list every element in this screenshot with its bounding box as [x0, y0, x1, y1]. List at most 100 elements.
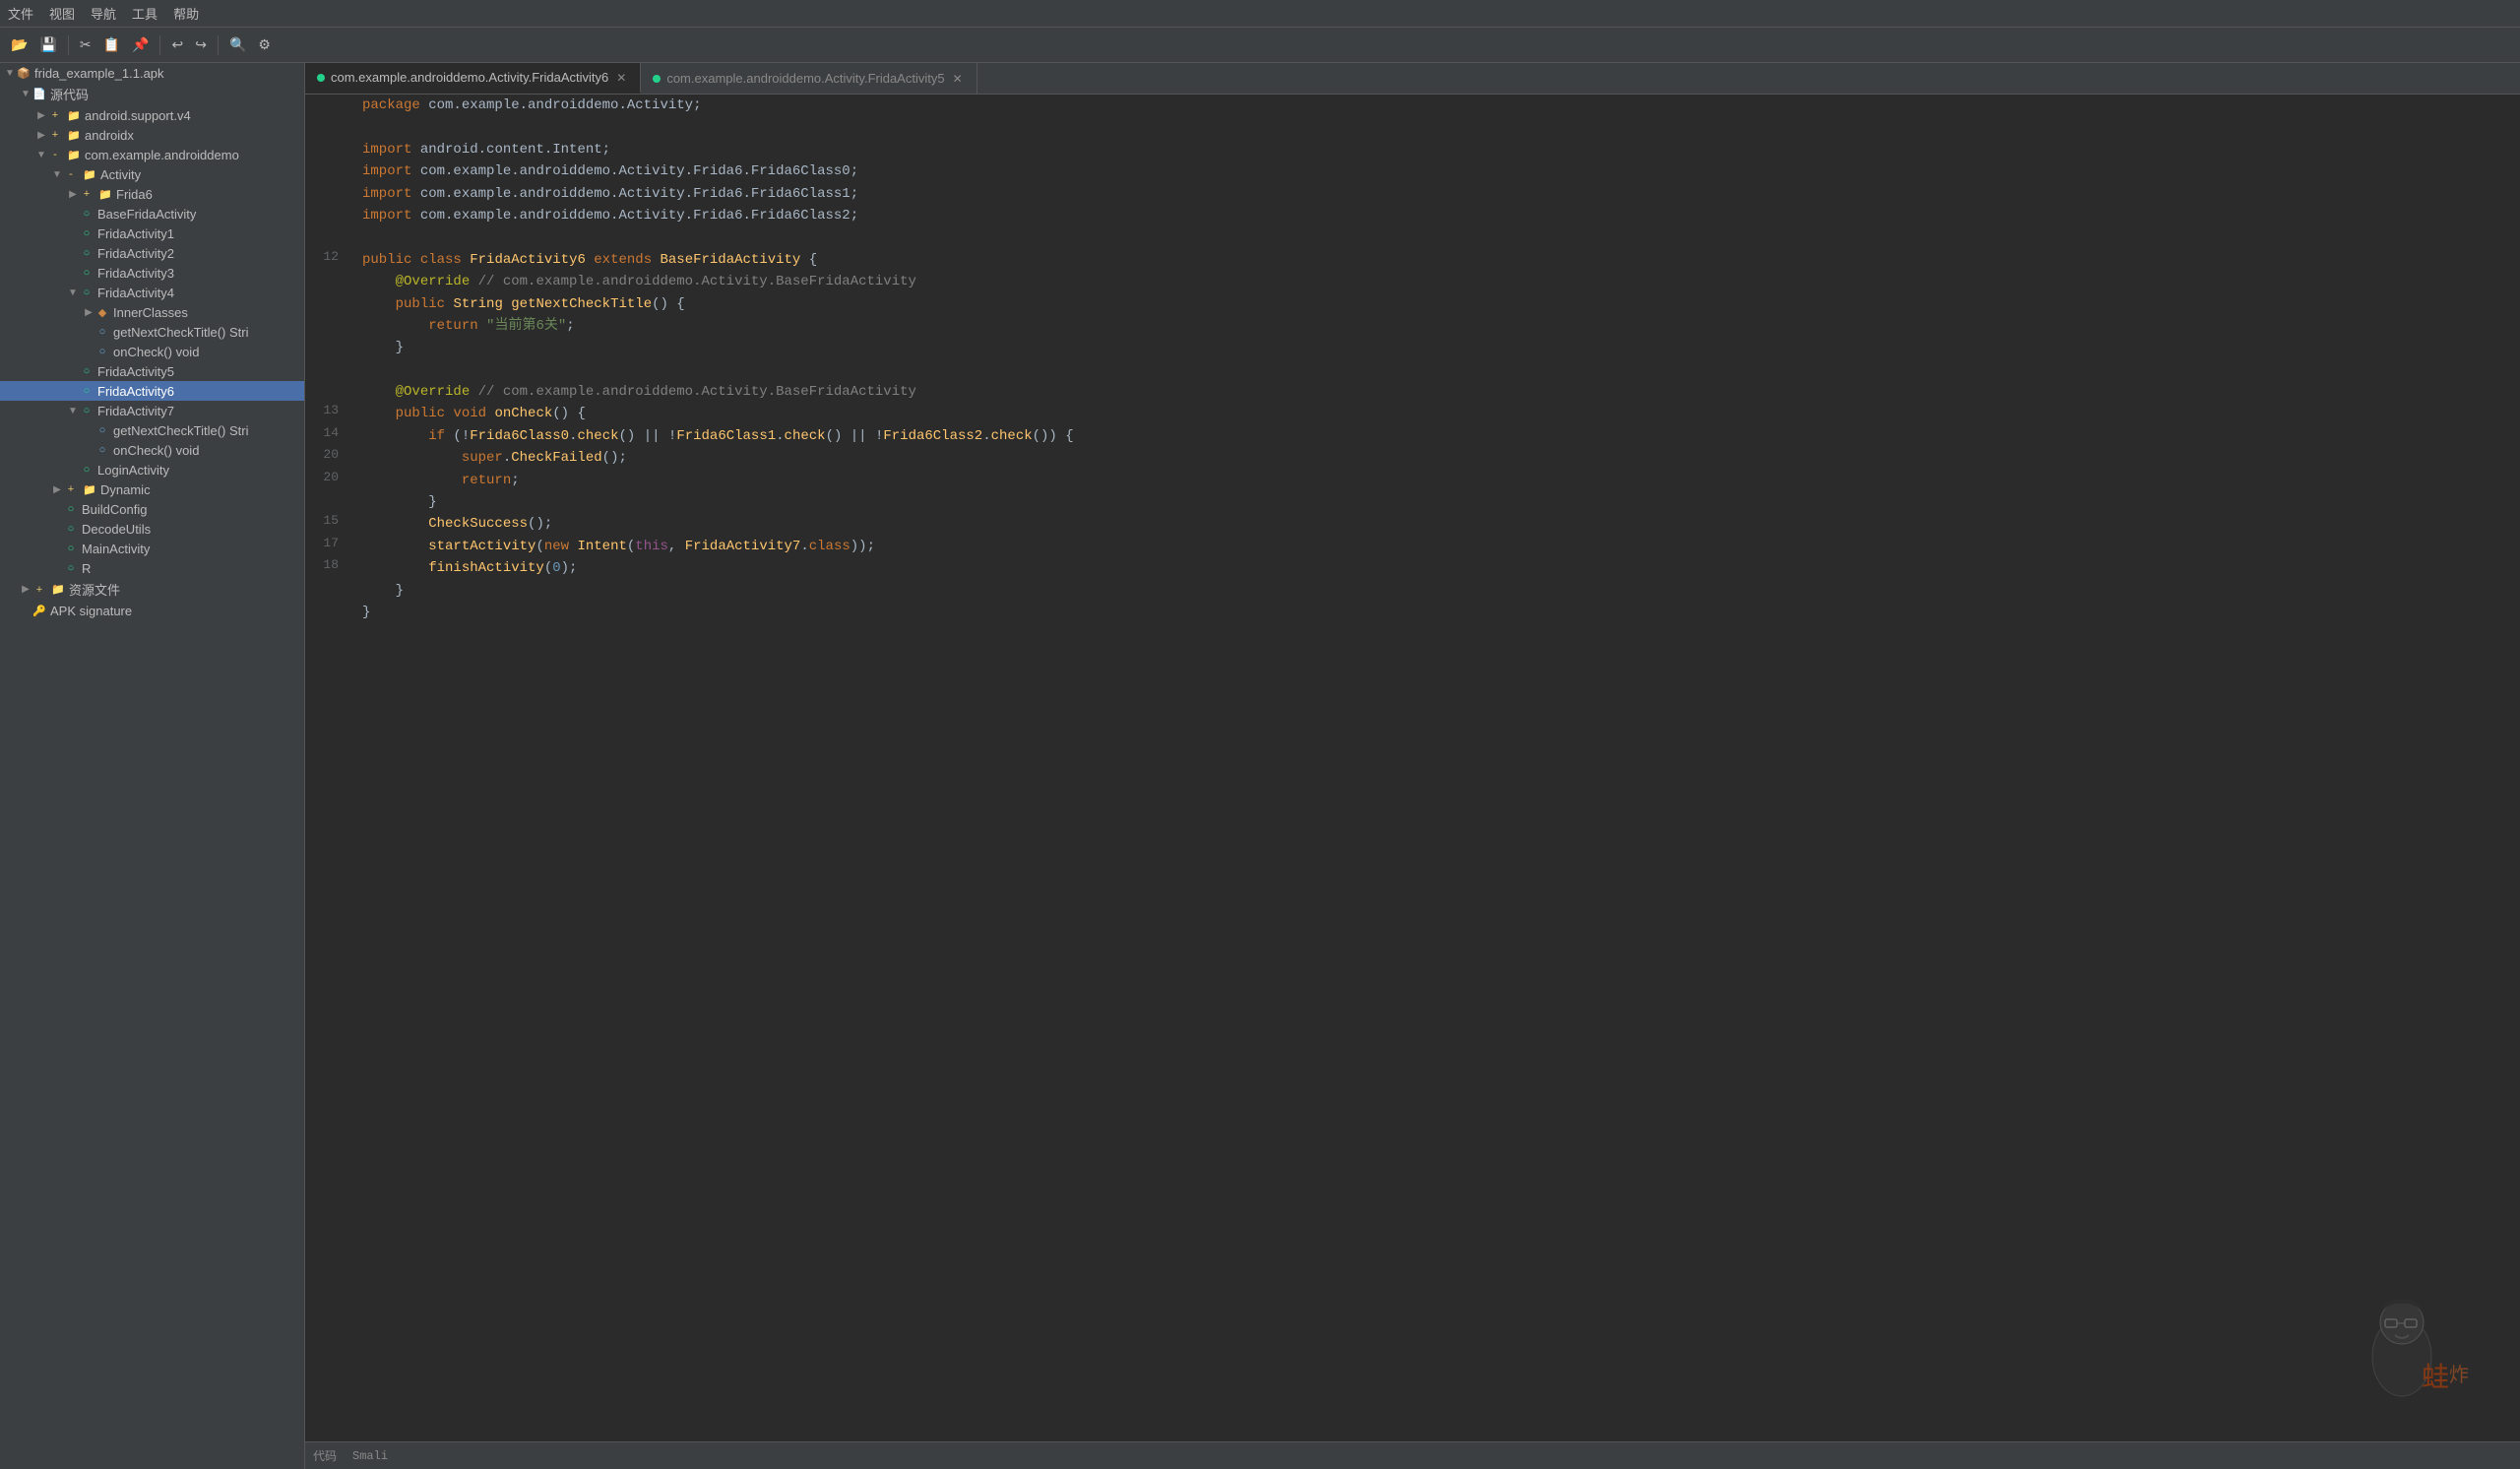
tree-dynamic[interactable]: ▶ + 📁 Dynamic: [0, 479, 304, 499]
tree-f7-method2[interactable]: ○ onCheck() void: [0, 440, 304, 460]
code-editor[interactable]: package com.example.androiddemo.Activity…: [305, 95, 2520, 1441]
menu-tools[interactable]: 工具: [132, 4, 158, 23]
source-label: 源代码: [50, 85, 89, 103]
tree-decode[interactable]: ○ DecodeUtils: [0, 519, 304, 539]
menu-nav[interactable]: 导航: [91, 4, 116, 23]
line-content-i4: import com.example.androiddemo.Activity.…: [354, 205, 2520, 226]
arrow-activity: ▼: [51, 168, 63, 180]
line-num-b3: [305, 359, 354, 381]
tree-androidx[interactable]: ▶ + 📁 androidx: [0, 125, 304, 145]
code-line-blank3: [305, 359, 2520, 381]
r-label: R: [82, 561, 91, 576]
code-line-18: 18 finishActivity(0);: [305, 557, 2520, 579]
f4-method1-label: getNextCheckTitle() Stri: [113, 325, 249, 340]
arrow-sig: [20, 605, 32, 616]
tree-resources[interactable]: ▶ + 📁 资源文件: [0, 578, 304, 601]
tree-apk-sig[interactable]: 🔑 APK signature: [0, 601, 304, 620]
key-icon: 🔑: [32, 603, 47, 618]
class-icon-decode: ○: [63, 521, 79, 537]
tree-f7-method1[interactable]: ○ getNextCheckTitle() Stri: [0, 420, 304, 440]
line-content-c3: }: [354, 580, 2520, 602]
tree-login[interactable]: ○ LoginActivity: [0, 460, 304, 479]
tree-f4-method1[interactable]: ○ getNextCheckTitle() Stri: [0, 322, 304, 342]
menu-help[interactable]: 帮助: [173, 4, 199, 23]
line-num-18: 18: [305, 557, 354, 579]
tree-r[interactable]: ○ R: [0, 558, 304, 578]
arrow-login: [67, 464, 79, 476]
tab-bar: com.example.androiddemo.Activity.FridaAc…: [305, 63, 2520, 95]
tab-frida6[interactable]: com.example.androiddemo.Activity.FridaAc…: [305, 63, 641, 94]
toolbar-sep1: [68, 35, 69, 55]
package-icon-f6: 📁: [97, 186, 113, 202]
arrow-f2: [67, 247, 79, 259]
tree-activity-folder[interactable]: ▼ - 📁 Activity: [0, 164, 304, 184]
code-line-17: 17 startActivity(new Intent(this, FridaA…: [305, 536, 2520, 557]
tree-f4-method2[interactable]: ○ onCheck() void: [0, 342, 304, 361]
tree-frida7[interactable]: ▼ ○ FridaActivity7: [0, 401, 304, 420]
class-icon-f3: ○: [79, 265, 94, 281]
arrow-dynamic: ▶: [51, 483, 63, 495]
tree-com-example[interactable]: ▼ - 📁 com.example.androiddemo: [0, 145, 304, 164]
class-icon-main: ○: [63, 541, 79, 556]
menu-view[interactable]: 视图: [49, 4, 75, 23]
tree-frida1[interactable]: ○ FridaActivity1: [0, 224, 304, 243]
code-table: package com.example.androiddemo.Activity…: [305, 95, 2520, 623]
toolbar-copy[interactable]: 📋: [98, 33, 125, 56]
toolbar-search[interactable]: 🔍: [224, 33, 251, 56]
status-left: 代码: [313, 1447, 337, 1464]
line-num-i2: [305, 160, 354, 182]
tree-frida3[interactable]: ○ FridaActivity3: [0, 263, 304, 283]
tree-source[interactable]: ▼ 📄 源代码: [0, 83, 304, 105]
tree-frida6-folder[interactable]: ▶ + 📁 Frida6: [0, 184, 304, 204]
tree-base-frida[interactable]: ○ BaseFridaActivity: [0, 204, 304, 224]
tree-buildconfig[interactable]: ○ BuildConfig: [0, 499, 304, 519]
line-num-i1: [305, 139, 354, 160]
editor-area: com.example.androiddemo.Activity.FridaAc…: [305, 63, 2520, 1469]
tab-close-frida6[interactable]: ✕: [614, 69, 628, 87]
line-content-ov2: @Override // com.example.androiddemo.Act…: [354, 381, 2520, 403]
arrow-f6: [67, 385, 79, 397]
code-line-override2: @Override // com.example.androiddemo.Act…: [305, 381, 2520, 403]
toolbar-redo[interactable]: ↪: [190, 33, 212, 56]
toolbar-undo[interactable]: ↩: [166, 33, 188, 56]
toolbar-save[interactable]: 💾: [34, 33, 61, 56]
base-frida-label: BaseFridaActivity: [97, 207, 196, 222]
package-icon-support: 📁: [66, 107, 82, 123]
code-line-method1: public String getNextCheckTitle() {: [305, 293, 2520, 315]
class-icon-f7: ○: [79, 403, 94, 418]
line-content-20a: super.CheckFailed();: [354, 447, 2520, 469]
arrow-f5: [67, 365, 79, 377]
frida5-label: FridaActivity5: [97, 364, 174, 379]
code-line-return: return "当前第6关";: [305, 315, 2520, 337]
code-line-20b: 20 return;: [305, 470, 2520, 491]
sig-label: APK signature: [50, 604, 132, 618]
menu-file[interactable]: 文件: [8, 4, 33, 23]
main-label: MainActivity: [82, 542, 150, 556]
toolbar-sep2: [159, 35, 160, 55]
tree-inner-classes[interactable]: ▶ ◆ InnerClasses: [0, 302, 304, 322]
tree-frida6[interactable]: ○ FridaActivity6: [0, 381, 304, 401]
tab-label-frida5: com.example.androiddemo.Activity.FridaAc…: [666, 71, 944, 86]
tab-label-frida6: com.example.androiddemo.Activity.FridaAc…: [331, 70, 608, 85]
code-line-1: package com.example.androiddemo.Activity…: [305, 95, 2520, 116]
toolbar-cut[interactable]: ✂: [75, 33, 96, 56]
code-line-import4: import com.example.androiddemo.Activity.…: [305, 205, 2520, 226]
toolbar-settings[interactable]: ⚙: [253, 33, 276, 56]
line-num-ov2: [305, 381, 354, 403]
tab-close-frida5[interactable]: ✕: [951, 70, 965, 88]
inner-label: InnerClasses: [113, 305, 188, 320]
tree-frida5[interactable]: ○ FridaActivity5: [0, 361, 304, 381]
line-content-13: public void onCheck() {: [354, 403, 2520, 424]
tree-main[interactable]: ○ MainActivity: [0, 539, 304, 558]
tree-android-support[interactable]: ▶ + 📁 android.support.v4: [0, 105, 304, 125]
tree-root[interactable]: ▼ 📦 frida_example_1.1.apk: [0, 63, 304, 83]
toolbar-open[interactable]: 📂: [6, 33, 32, 56]
folder-icon-res: +: [32, 582, 47, 598]
tree-frida2[interactable]: ○ FridaActivity2: [0, 243, 304, 263]
toolbar-pin[interactable]: 📌: [127, 33, 154, 56]
tab-frida5[interactable]: com.example.androiddemo.Activity.FridaAc…: [641, 63, 976, 94]
arrow-f7: ▼: [67, 405, 79, 416]
tree-frida4[interactable]: ▼ ○ FridaActivity4: [0, 283, 304, 302]
line-num-b2: [305, 226, 354, 248]
androidx-label: androidx: [85, 128, 134, 143]
